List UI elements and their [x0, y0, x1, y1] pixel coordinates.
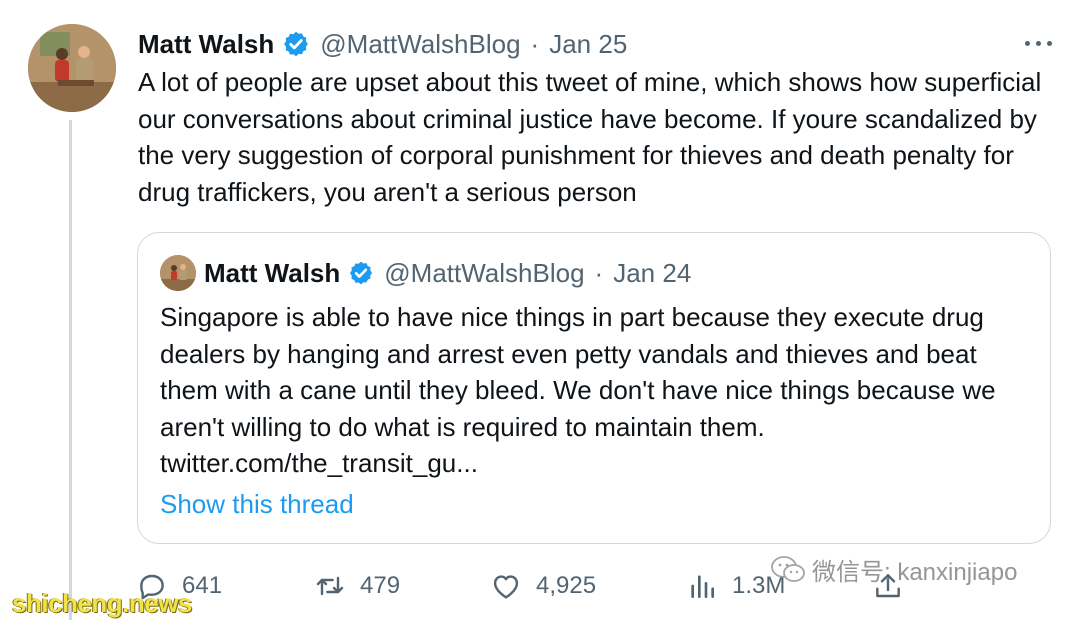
author-handle[interactable]: @MattWalshBlog [320, 29, 520, 60]
separator-dot: · [594, 257, 604, 288]
quoted-tweet-header: Matt Walsh @MattWalshBlog · Jan 24 [204, 255, 691, 291]
tweet-date[interactable]: Jan 25 [549, 29, 627, 60]
tweet-text: A lot of people are upset about this twe… [138, 67, 1042, 207]
quoted-author-name: Matt Walsh [204, 257, 341, 288]
wechat-icon [771, 555, 805, 582]
thread-connector-line [69, 120, 72, 620]
like-count: 4,925 [536, 572, 597, 599]
quoted-tweet[interactable]: Matt Walsh @MattWalshBlog · Jan 24 Singa… [137, 232, 1051, 544]
wechat-watermark-text: 微信号: kanxinjiapo [812, 559, 1018, 586]
verified-badge-icon [348, 260, 374, 286]
quoted-author-handle: @MattWalshBlog [384, 257, 585, 288]
tweet-header: Matt Walsh @MattWalshBlog · Jan 25 [138, 26, 627, 62]
quoted-avatar [160, 255, 196, 291]
quoted-tweet-date: Jan 24 [613, 257, 692, 288]
wechat-watermark: 微信号: kanxinjiapo [770, 552, 1017, 587]
like-icon [493, 575, 519, 599]
quoted-tweet-text: Singapore is able to have nice things in… [160, 299, 1040, 482]
retweet-button[interactable]: 479 [314, 566, 400, 606]
separator-dot: · [530, 28, 540, 59]
author-name[interactable]: Matt Walsh [138, 29, 274, 60]
like-button[interactable]: 4,925 [490, 566, 596, 606]
more-icon[interactable] [1018, 28, 1058, 58]
retweet-icon [316, 576, 344, 596]
quoted-tweet-link[interactable]: twitter.com/the_transit_gu... [160, 445, 1040, 482]
verified-badge-icon [282, 30, 310, 58]
quoted-tweet-body: Singapore is able to have nice things in… [160, 302, 996, 442]
avatar[interactable] [28, 24, 116, 112]
site-watermark: shicheng.news [12, 588, 192, 618]
views-icon [691, 575, 714, 598]
show-thread-link[interactable]: Show this thread [160, 489, 354, 520]
retweet-count: 479 [360, 572, 401, 599]
